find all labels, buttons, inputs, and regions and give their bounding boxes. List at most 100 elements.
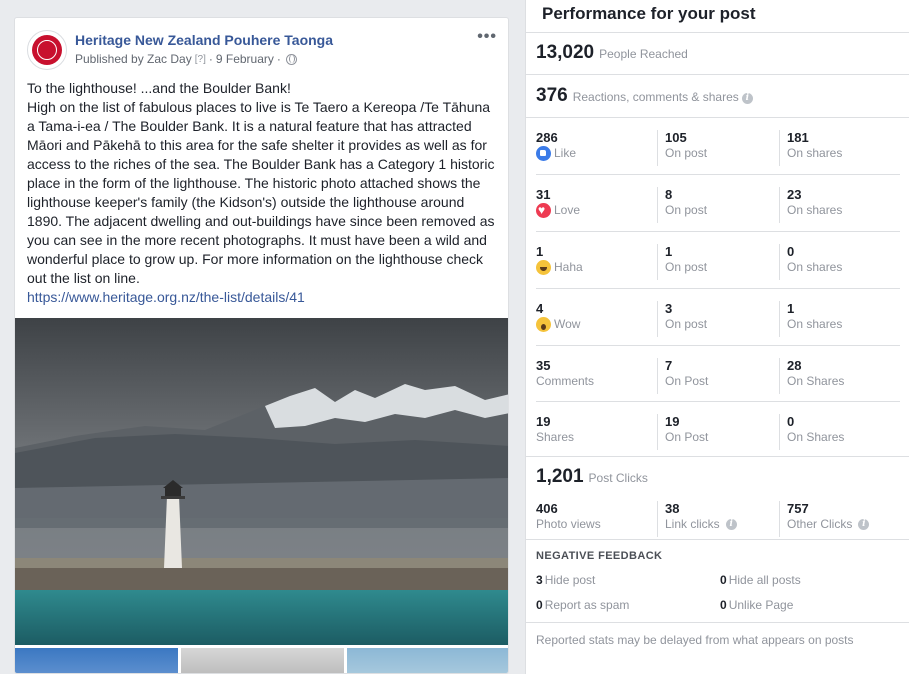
post-text: To the lighthouse! ...and the Boulder Ba…: [27, 79, 499, 307]
meta-separator: ·: [208, 52, 213, 66]
shares-on-post: 19: [665, 414, 680, 429]
panel-title: Performance for your post: [542, 4, 756, 23]
on-shares-label: On Shares: [787, 430, 845, 444]
spam-label: Report as spam: [544, 598, 630, 612]
on-shares-label: On shares: [787, 317, 843, 331]
like-label: Like: [554, 146, 577, 160]
reached-value: 13,020: [536, 42, 595, 63]
unlike-value: 0: [720, 598, 727, 612]
like-on-post: 105: [665, 130, 687, 145]
shares-total: 19: [536, 414, 551, 429]
love-on-post: 8: [665, 187, 673, 202]
on-shares-label: On shares: [787, 203, 843, 217]
hide-post-value: 3: [536, 573, 543, 587]
post-link[interactable]: https://www.heritage.org.nz/the-list/det…: [27, 289, 305, 305]
post-photo[interactable]: [15, 318, 508, 645]
divider: [536, 401, 900, 402]
divider: [526, 539, 909, 540]
meta-separator-2: ·: [276, 52, 281, 66]
on-post-label: On post: [665, 203, 708, 217]
haha-on-shares: 0: [787, 244, 795, 259]
on-post-label: On Post: [665, 374, 709, 388]
love-label: Love: [554, 203, 581, 217]
page-avatar[interactable]: [27, 30, 67, 70]
stat-row-wow: 4 Wow 3 On post 1 On shares: [526, 301, 909, 341]
love-on-shares: 23: [787, 187, 802, 202]
thumbnail-3[interactable]: [347, 648, 508, 673]
comments-label: Comments: [536, 374, 595, 388]
post-text-line1: To the lighthouse! ...and the Boulder Ba…: [27, 80, 291, 96]
spam-value: 0: [536, 598, 543, 612]
more-options-button[interactable]: •••: [477, 28, 497, 46]
haha-icon: [536, 259, 551, 275]
lighthouse-photo: [15, 318, 508, 645]
stat-row-like: 286 Like 105 On post 181 On shares: [526, 130, 909, 170]
reached-label: People Reached: [599, 47, 688, 61]
stat-row-love: 31Love 8On post 23On shares: [526, 187, 909, 227]
on-post-label: On post: [665, 146, 708, 160]
haha-total: 1: [536, 244, 544, 259]
hide-all-stat: 0 Hide all posts: [720, 573, 801, 587]
divider: [536, 231, 900, 232]
photo-views-label: Photo views: [536, 517, 601, 531]
divider: [526, 32, 909, 33]
link-clicks-label: Link clicks: [665, 517, 720, 531]
on-post-label: On post: [665, 260, 708, 274]
divider: [526, 117, 909, 118]
wow-icon: [536, 316, 551, 332]
comments-total: 35: [536, 358, 551, 373]
reactions-label-text: Reactions, comments & shares: [572, 90, 739, 104]
spam-stat: 0 Report as spam: [536, 598, 629, 612]
on-post-label: On Post: [665, 430, 709, 444]
on-shares-label: On shares: [787, 146, 843, 160]
other-clicks-label: Other Clicks: [787, 517, 853, 531]
reactions-total: 376 Reactions, comments & shares i: [536, 85, 753, 107]
reactions-value: 376: [536, 85, 568, 106]
comments-on-post: 7: [665, 358, 673, 373]
like-total: 286: [536, 130, 558, 145]
divider: [536, 174, 900, 175]
wow-total: 4: [536, 301, 544, 316]
post-card: Heritage New Zealand Pouhere Taonga Publ…: [14, 17, 509, 674]
help-mark[interactable]: [?]: [195, 54, 206, 65]
like-icon: [536, 145, 551, 161]
unlike-label: Unlike Page: [728, 598, 794, 612]
post-meta: Published by Zac Day [?] · 9 February ·: [75, 52, 297, 66]
post-header: Heritage New Zealand Pouhere Taonga Publ…: [27, 28, 497, 70]
photo-thumbnails: [15, 648, 508, 673]
post-clicks: 1,201 Post Clicks: [536, 466, 648, 488]
reactions-label: Reactions, comments & shares i: [573, 90, 753, 104]
thumbnail-1[interactable]: [15, 648, 178, 673]
love-total: 31: [536, 187, 551, 202]
info-icon[interactable]: i: [725, 518, 737, 530]
on-post-label: On post: [665, 317, 708, 331]
people-reached: 13,020 People Reached: [536, 42, 688, 64]
like-on-shares: 181: [787, 130, 809, 145]
clicks-value: 1,201: [536, 466, 584, 487]
hide-all-label: Hide all posts: [728, 573, 801, 587]
shares-on-shares: 0: [787, 414, 795, 429]
thumbnail-2[interactable]: [181, 648, 344, 673]
published-by[interactable]: Published by Zac Day: [75, 52, 192, 66]
divider: [526, 622, 909, 623]
haha-on-post: 1: [665, 244, 673, 259]
wow-on-post: 3: [665, 301, 673, 316]
post-date[interactable]: 9 February: [216, 52, 274, 66]
haha-label: Haha: [554, 260, 583, 274]
stat-row-shares: 19 Shares 19 On Post 0 On Shares: [526, 414, 909, 454]
insights-panel: Performance for your post 13,020 People …: [525, 0, 909, 674]
hide-post-stat: 3 Hide post: [536, 573, 595, 587]
stats-footnote: Reported stats may be delayed from what …: [536, 633, 854, 647]
unlike-stat: 0 Unlike Page: [720, 598, 793, 612]
stat-row-haha: 1 Haha 1 On post 0 On shares: [526, 244, 909, 284]
divider: [526, 456, 909, 457]
wow-on-shares: 1: [787, 301, 795, 316]
link-clicks-value: 38: [665, 501, 680, 516]
info-icon[interactable]: i: [858, 518, 870, 530]
divider: [536, 345, 900, 346]
info-icon[interactable]: i: [741, 93, 753, 104]
wow-label: Wow: [554, 317, 581, 331]
page-name-link[interactable]: Heritage New Zealand Pouhere Taonga: [75, 32, 333, 48]
on-shares-label: On shares: [787, 260, 843, 274]
globe-icon[interactable]: [285, 53, 297, 65]
